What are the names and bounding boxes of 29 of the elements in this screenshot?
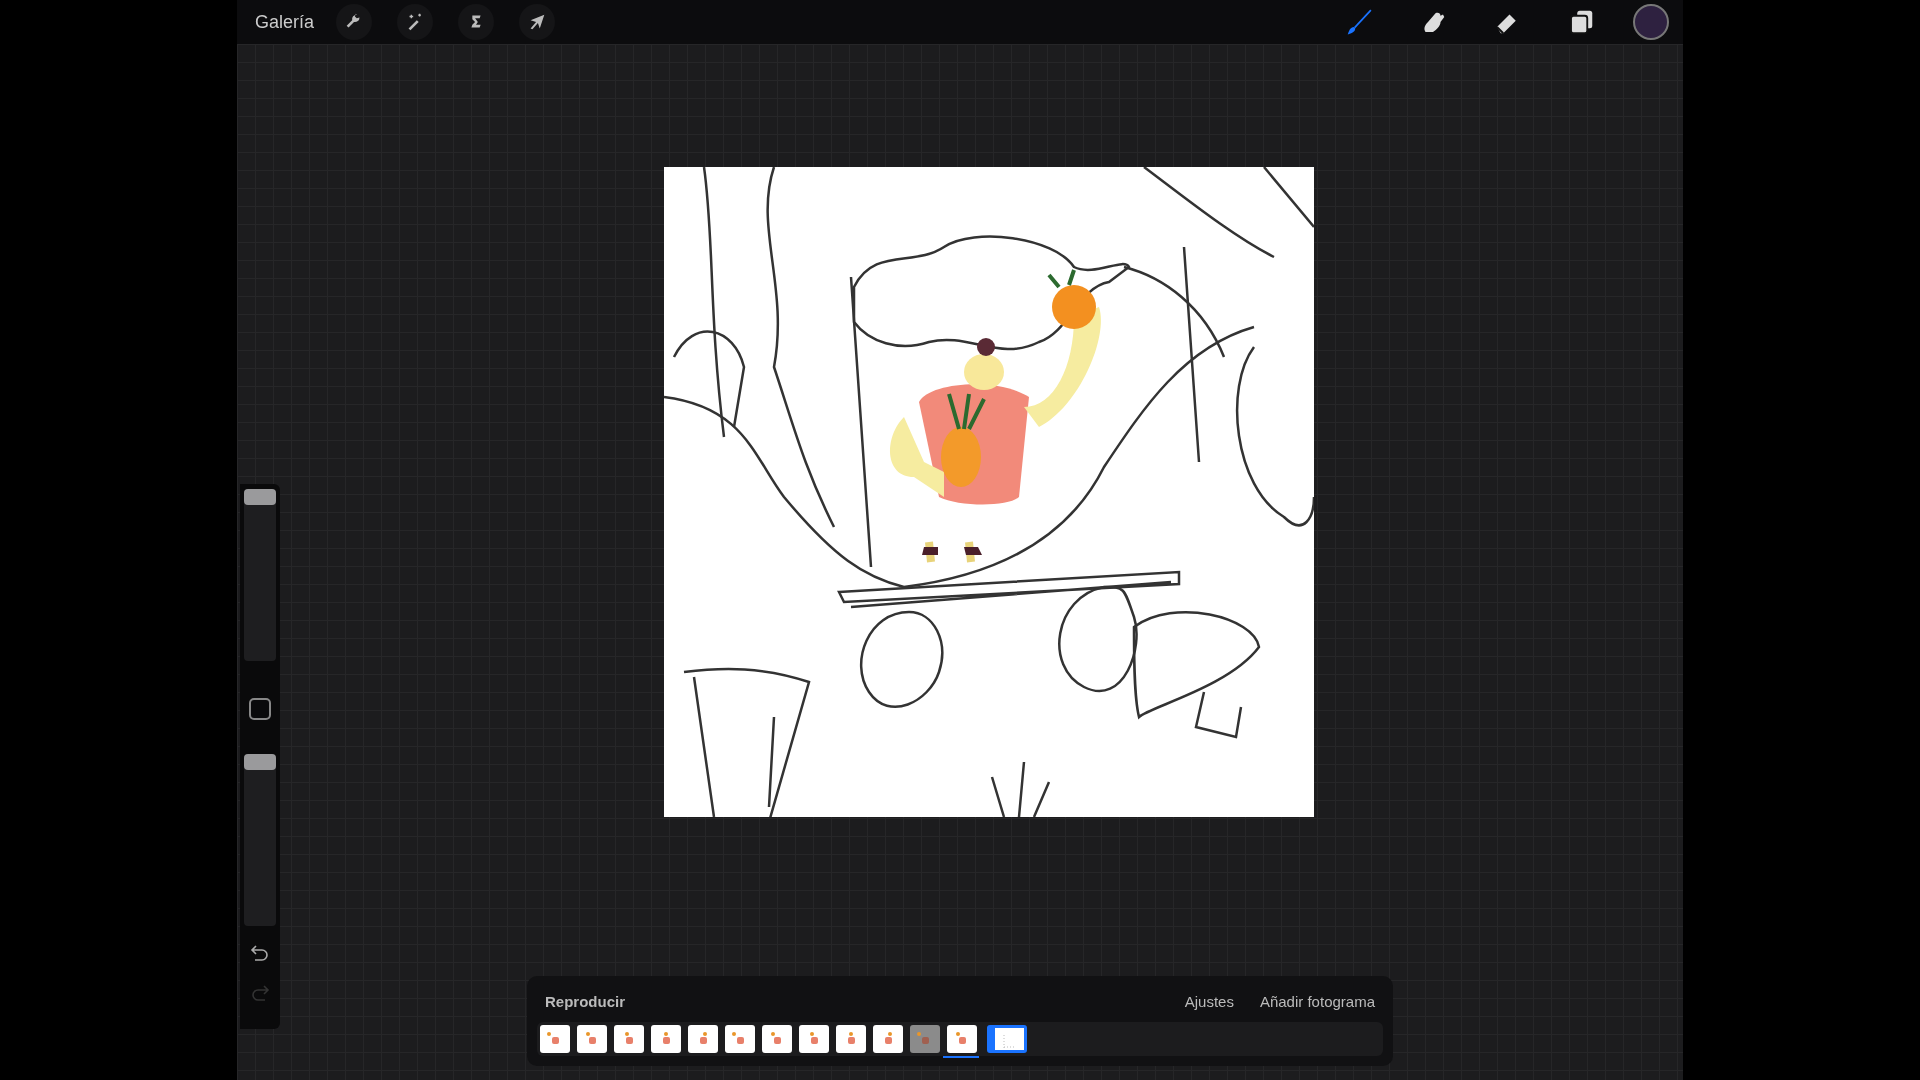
frame-thumbnail[interactable] <box>614 1025 644 1053</box>
slider-track[interactable] <box>244 489 276 661</box>
frame-thumbnail[interactable] <box>947 1025 977 1053</box>
settings-button[interactable]: Ajustes <box>1184 992 1234 1010</box>
slider-thumb[interactable] <box>244 489 276 505</box>
slider-thumb[interactable] <box>244 754 276 770</box>
frame-thumbnail[interactable] <box>688 1025 718 1053</box>
frame-thumbnail[interactable] <box>651 1025 681 1053</box>
frame-thumbnail[interactable] <box>910 1025 940 1053</box>
wand-tool-button[interactable] <box>397 4 434 40</box>
frame-thumbnail[interactable] <box>577 1025 607 1053</box>
frame-thumbnail[interactable] <box>540 1025 570 1053</box>
play-button[interactable]: Reproducir <box>545 992 1159 1010</box>
frame-thumbnail[interactable] <box>799 1025 829 1053</box>
gallery-button[interactable]: Galería <box>255 11 315 33</box>
frame-thumbnail[interactable] <box>836 1025 866 1053</box>
playhead-marker <box>943 1056 979 1058</box>
add-frame-button[interactable]: Añadir fotograma <box>1259 992 1375 1010</box>
wrench-tool-button[interactable] <box>336 4 373 40</box>
frame-thumbnail[interactable] <box>987 1025 1027 1053</box>
arrow-tool-button[interactable] <box>519 4 556 40</box>
slider-track[interactable] <box>244 754 276 926</box>
color-swatch[interactable] <box>1633 4 1669 40</box>
frame-thumbnail[interactable] <box>762 1025 792 1053</box>
modify-button[interactable] <box>249 698 271 720</box>
selection-tool-button[interactable] <box>458 4 495 40</box>
frame-thumbnail[interactable] <box>873 1025 903 1053</box>
undo-icon[interactable] <box>250 944 270 962</box>
frame-thumbnail[interactable] <box>725 1025 755 1053</box>
